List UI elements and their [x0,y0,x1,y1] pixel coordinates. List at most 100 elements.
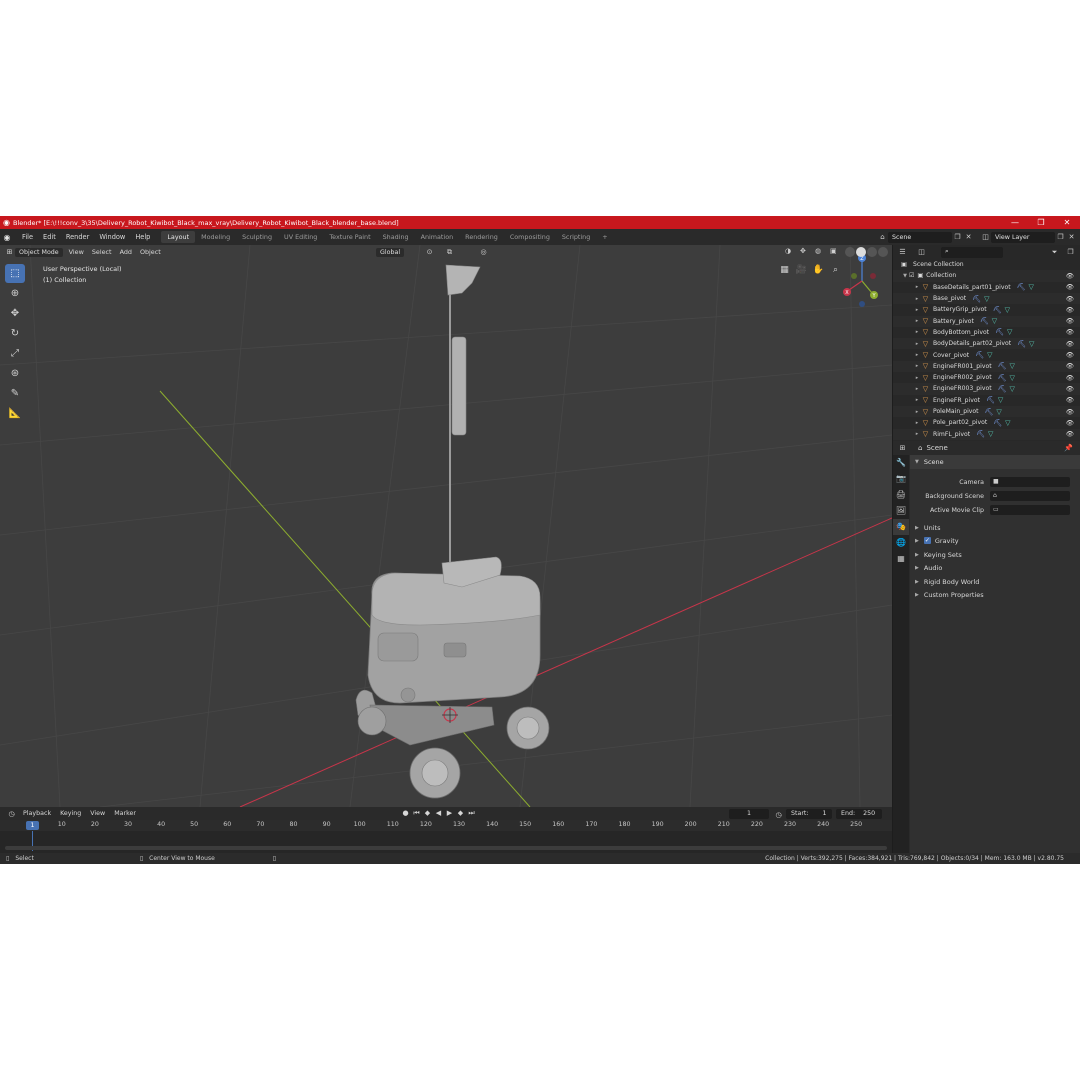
tab-compositing[interactable]: Compositing [504,231,556,243]
output-tab-icon[interactable]: 🖨 [893,487,909,503]
blender-menu-icon[interactable]: ◉ [0,233,14,242]
eye-icon[interactable]: 👁 [1066,272,1074,280]
keying-sets-panel[interactable]: ▶ Keying Sets [910,548,1080,561]
new-scene-icon[interactable]: ❐ [952,232,963,243]
tab-shading[interactable]: Shading [377,231,415,243]
outliner-item[interactable]: ▸ ▽ EngineFR003_pivot ⛏ ▽ 👁 [893,383,1080,395]
visibility-icon[interactable]: ◑ [785,247,799,257]
viewport-menu-add[interactable]: Add [120,248,132,256]
gravity-checkbox[interactable]: ✓ [923,537,931,544]
outliner-scene-collection[interactable]: ▣ Scene Collection [893,259,1080,270]
add-workspace-icon[interactable]: + [596,231,613,243]
background-scene-field[interactable]: ⌂ [990,491,1070,501]
outliner-item[interactable]: ▸ ▽ Base_pivot ⛏ ▽ 👁 [893,292,1080,305]
view-layer-tab-icon[interactable]: 🖼 [893,503,909,519]
outliner-item[interactable]: ▸ ▽ EngineFR001_pivot ⛏ ▽ 👁 [893,360,1080,372]
outliner-collection[interactable]: ▼ ☑ ▣ Collection 👁 [893,270,1080,282]
active-movie-clip-field[interactable]: ▭ [990,505,1070,515]
end-frame-field[interactable]: End: 250 [836,809,882,819]
collection-checkbox-icon[interactable]: ☑ [909,272,914,279]
wireframe-shading-icon[interactable] [845,247,855,257]
gravity-panel[interactable]: ▶ ✓ Gravity [910,534,1080,547]
jump-start-icon[interactable]: ⏮ [411,809,422,818]
scene-field[interactable]: Scene [888,231,952,243]
measure-tool-icon[interactable]: 📐 [5,404,25,423]
rendered-shading-icon[interactable] [878,247,888,257]
outliner-item[interactable]: ▸ ▽ BatteryGrip_pivot ⛏ ▽ 👁 [893,304,1080,315]
outliner-item[interactable]: ▸ ▽ Battery_pivot ⛏ ▽ 👁 [893,315,1080,327]
tab-rendering[interactable]: Rendering [459,231,504,243]
3d-viewport[interactable]: Z Y X ⊞ Object Mode View Select Add Obje… [0,245,892,807]
tab-modeling[interactable]: Modeling [195,231,236,243]
outliner-item[interactable]: ▸ ▽ RimFL_pivot ⛏ ▽ 👁 [893,428,1080,440]
rigid-body-world-panel[interactable]: ▶ Rigid Body World [910,575,1080,588]
texture-tab-icon[interactable]: ▦ [893,551,909,567]
next-keyframe-icon[interactable]: ◆ [455,809,466,818]
move-tool-icon[interactable]: ✥ [5,304,25,323]
pivot-point-icon[interactable]: ⊙ [424,247,435,258]
outliner-item[interactable]: ▸ ▽ BodyBottom_pivot ⛏ ▽ 👁 [893,327,1080,338]
menu-file[interactable]: File [17,233,38,241]
eye-icon[interactable]: 👁 [1066,295,1074,303]
eye-icon[interactable]: 👁 [1066,374,1074,382]
world-tab-icon[interactable]: 🌐 [893,535,909,551]
menu-render[interactable]: Render [61,233,94,241]
overlays-icon[interactable]: ◍ [815,247,829,257]
snap-icon[interactable]: ⧉ [444,247,455,258]
outliner-editor-icon[interactable]: ☰ [897,247,908,258]
eye-icon[interactable]: 👁 [1066,351,1074,359]
tab-uv-editing[interactable]: UV Editing [278,231,323,243]
current-frame-field[interactable]: 1 [729,809,769,819]
outliner-item[interactable]: ▸ ▽ Cover_pivot ⛏ ▽ 👁 [893,349,1080,360]
eye-icon[interactable]: 👁 [1066,317,1074,325]
viewport-menu-object[interactable]: Object [140,248,161,256]
navigation-gizmo[interactable]: Z Y X [843,254,878,307]
custom-properties-panel[interactable]: ▶ Custom Properties [910,588,1080,601]
viewport-menu-view[interactable]: View [69,248,84,256]
timeline-editor-icon[interactable]: ◷ [6,808,17,819]
camera-view-icon[interactable]: 🎥 [793,265,810,275]
minimize-button[interactable]: — [1002,216,1028,229]
solid-shading-icon[interactable] [856,247,866,257]
tab-texture-paint[interactable]: Texture Paint [323,231,376,243]
timeline-menu-keying[interactable]: Keying [60,810,81,817]
start-frame-field[interactable]: Start: 1 [786,809,832,819]
outliner-search-input[interactable]: ⌕ [941,246,1003,258]
outliner-item[interactable]: ▸ ▽ EngineFR002_pivot ⛏ ▽ 👁 [893,372,1080,383]
gizmos-icon[interactable]: ✥ [800,247,814,257]
camera-field[interactable]: ■ [990,477,1070,487]
scene-panel-header[interactable]: ▼ Scene [910,455,1080,469]
timeline-scrollbar[interactable] [5,846,887,850]
grid-view-icon[interactable]: ▦ [776,265,793,275]
proportional-edit-icon[interactable]: ◎ [478,247,489,258]
outliner-item[interactable]: ▸ ▽ EngineFR_pivot ⛏ ▽ 👁 [893,395,1080,406]
scene-tab-icon[interactable]: 🎭 [893,519,909,535]
outliner-item[interactable]: ▸ ▽ Pole_part02_pivot ⛏ ▽ 👁 [893,417,1080,428]
outliner-item[interactable]: ▸ ▽ PoleMain_pivot ⛏ ▽ 👁 [893,405,1080,418]
record-icon[interactable]: ● [400,809,411,818]
select-box-tool-icon[interactable]: ⬚ [5,264,25,283]
filter-icon[interactable]: ⏷ [1049,247,1060,258]
new-view-layer-icon[interactable]: ❐ [1055,232,1066,243]
rotate-tool-icon[interactable]: ↻ [5,324,25,343]
scale-tool-icon[interactable]: ⤢ [5,344,25,363]
annotate-tool-icon[interactable]: ✎ [5,384,25,403]
delete-scene-icon[interactable]: ✕ [963,232,974,243]
scene-selector-icon[interactable]: ⌂ [877,232,888,243]
tool-tab-icon[interactable]: 🔧 [893,455,909,471]
playhead-frame-label[interactable]: 1 [26,821,39,830]
eye-icon[interactable]: 👁 [1066,328,1074,336]
tab-sculpting[interactable]: Sculpting [236,231,278,243]
tab-layout[interactable]: Layout [161,231,196,243]
eye-icon[interactable]: 👁 [1066,396,1074,404]
audio-panel[interactable]: ▶ Audio [910,561,1080,574]
transform-orientation-dropdown[interactable]: Global [376,247,405,257]
tab-scripting[interactable]: Scripting [556,231,596,243]
play-icon[interactable]: ▶ [444,809,455,818]
material-shading-icon[interactable] [867,247,877,257]
xray-icon[interactable]: ▣ [830,247,844,257]
menu-window[interactable]: Window [94,233,130,241]
robot-model[interactable] [355,264,550,799]
cursor-tool-icon[interactable]: ⊕ [5,284,25,303]
timeline-menu-playback[interactable]: Playback [23,810,51,817]
